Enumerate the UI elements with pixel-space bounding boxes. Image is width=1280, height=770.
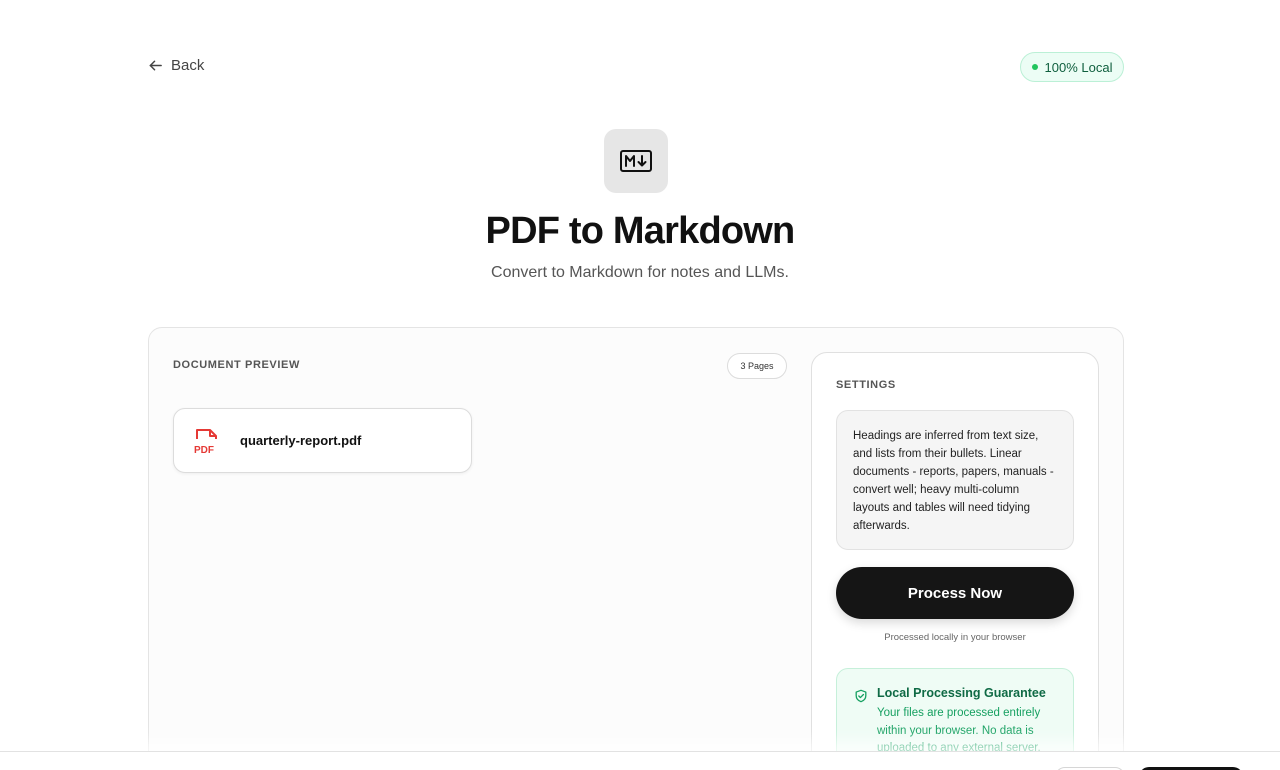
settings-info-box: Headings are inferred from text size, an…: [836, 410, 1074, 550]
page: Back 100% Local PDF to Markdown Convert …: [0, 0, 1280, 770]
tool-icon-tile: [604, 129, 668, 193]
svg-text:PDF: PDF: [194, 445, 214, 455]
status-dot-icon: [1031, 64, 1038, 70]
page-subtitle: Convert to Markdown for notes and LLMs.: [491, 264, 789, 281]
settings-heading: SETTINGS: [836, 379, 896, 391]
local-status-badge: 100% Local: [1020, 52, 1124, 82]
markdown-icon: [620, 150, 652, 172]
back-label: Back: [171, 57, 205, 74]
shield-check-icon: [855, 689, 867, 703]
page-title: PDF to Markdown: [485, 210, 796, 252]
guarantee-title: Local Processing Guarantee: [877, 686, 1046, 700]
local-processing-note: Processed locally in your browser: [884, 632, 1026, 643]
back-link[interactable]: Back: [148, 57, 204, 74]
page-count-badge: 3 Pages: [727, 353, 787, 379]
pdf-file-icon: PDF: [194, 428, 217, 455]
file-item[interactable]: PDF quarterly-report.pdf: [173, 408, 472, 473]
arrow-left-icon: [149, 60, 162, 71]
document-preview-heading: DOCUMENT PREVIEW: [173, 359, 300, 371]
process-now-button[interactable]: Process Now: [836, 567, 1074, 619]
file-name: quarterly-report.pdf: [240, 433, 362, 448]
local-badge-label: 100% Local: [1044, 59, 1113, 75]
guarantee-text: Your files are processed entirely within…: [877, 707, 1041, 754]
